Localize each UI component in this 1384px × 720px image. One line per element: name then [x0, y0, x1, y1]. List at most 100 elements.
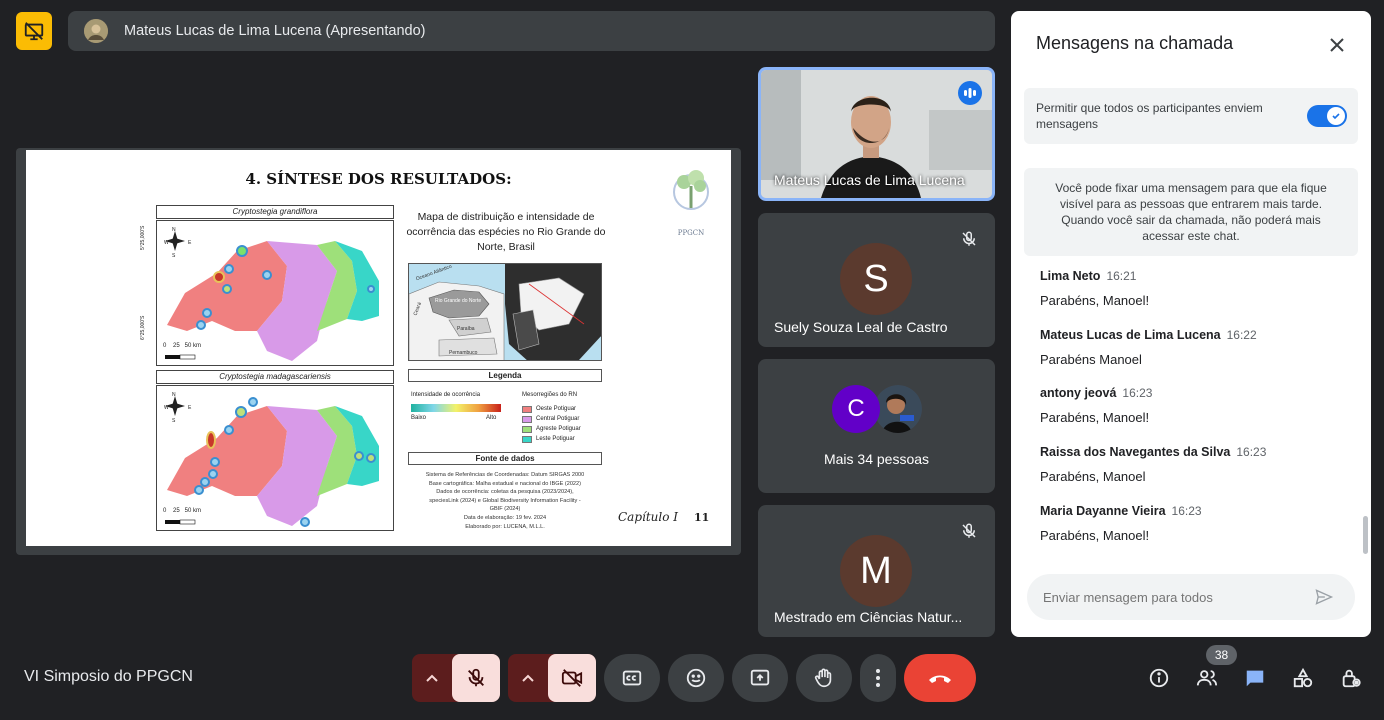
sources-title: Fonte de dados: [408, 452, 602, 465]
present-button[interactable]: [732, 654, 788, 702]
participant-avatar: C: [832, 385, 880, 433]
people-icon: [1196, 670, 1218, 686]
activities-button[interactable]: [1287, 654, 1319, 702]
svg-text:E: E: [188, 240, 192, 246]
participant-tile[interactable]: S Suely Souza Leal de Castro: [758, 213, 995, 347]
chat-message: Mateus Lucas de Lima Lucena 16:22 Parabén…: [1040, 326, 1257, 367]
message-time: 16:23: [1236, 445, 1267, 459]
chat-button[interactable]: [1239, 654, 1271, 702]
message-time: 16:22: [1226, 328, 1257, 342]
chat-scrollbar[interactable]: [1363, 516, 1368, 554]
presenter-name: Mateus Lucas de Lima Lucena (Apresentand…: [124, 23, 426, 39]
participant-group-tile[interactable]: C Mais 34 pessoas: [758, 359, 995, 493]
chat-message: Lima Neto 16:21 Parabéns, Manoel!: [1040, 267, 1149, 308]
toggle-label: Permitir que todos os participantes envi…: [1036, 101, 1263, 131]
message-time: 16:23: [1171, 504, 1202, 518]
reactions-button[interactable]: [668, 654, 724, 702]
raise-hand-button[interactable]: [796, 654, 852, 702]
mic-options-chevron-icon[interactable]: [422, 668, 442, 688]
message-text: Parabéns Manoel: [1040, 352, 1142, 367]
meso-item: Oeste Potiguar: [522, 404, 581, 414]
meso-title: Mesorregiões do RN: [522, 392, 578, 398]
message-sender: Lima Neto: [1040, 269, 1101, 283]
chat-panel: Mensagens na chamada Permitir que todos …: [1011, 11, 1371, 637]
people-count-badge: 38: [1206, 645, 1237, 665]
presentation-slide: 4. SÍNTESE DOS RESULTADOS: PPGCN Cryptos…: [26, 150, 731, 546]
close-icon[interactable]: [1325, 33, 1349, 57]
svg-text:N: N: [172, 392, 176, 398]
message-text: Parabéns, Manoel!: [1040, 293, 1150, 308]
camera-options-chevron-icon[interactable]: [518, 668, 538, 688]
chat-icon: [1246, 670, 1264, 687]
host-controls-button[interactable]: [1335, 654, 1367, 702]
presenter-avatar: [84, 19, 108, 43]
more-people-label: Mais 34 pessoas: [823, 451, 930, 467]
chat-permission-box: Permitir que todos os participantes envi…: [1024, 88, 1358, 144]
message-input-container: [1027, 574, 1355, 620]
participant-tile[interactable]: M Mestrado em Ciências Natur...: [758, 505, 995, 637]
logo-text: PPGCN: [677, 229, 705, 237]
presenting-indicator-icon[interactable]: [16, 12, 52, 50]
message-text: Parabéns, Manoel!: [1040, 528, 1150, 543]
source-line: Data de elaboração: 19 fev. 2024: [463, 514, 547, 521]
meso-label: Oeste Potiguar: [536, 406, 577, 412]
emoji-icon: [686, 668, 706, 688]
chat-message: antony jeová 16:23 Parabéns, Manoel!: [1040, 384, 1152, 425]
mic-off-icon: [957, 227, 981, 251]
participant-avatar: S: [840, 243, 912, 315]
intensity-high: Alto: [486, 415, 497, 421]
species2-label: Cryptostegia madagascariensis: [156, 370, 394, 384]
send-icon[interactable]: [1313, 586, 1335, 608]
source-line: Elaborado por: LUCENA, M.L.L.: [465, 523, 545, 530]
lat-label-1: 5°25,000'S: [140, 225, 146, 250]
pin-info: Você pode fixar uma mensagem para que el…: [1024, 168, 1358, 256]
intensity-gradient: [411, 404, 501, 412]
hand-icon: [814, 668, 832, 688]
svg-text:S: S: [172, 418, 176, 424]
source-line: speciesLink (2024) e Global Biodiversity…: [429, 497, 581, 504]
participant-tile-presenter[interactable]: Mateus Lucas de Lima Lucena: [758, 67, 995, 201]
meso-legend: Oeste Potiguar Central Potiguar Agreste …: [522, 404, 581, 444]
host-lock-icon: [1342, 669, 1361, 688]
source-line: GBIF (2024): [489, 506, 521, 513]
meso-item: Leste Potiguar: [522, 434, 581, 444]
meeting-name: VI Simposio do PPGCN: [24, 668, 193, 685]
present-screen-icon: [750, 669, 770, 686]
message-sender: Raissa dos Navegantes da Silva: [1040, 445, 1231, 459]
ppgcn-logo: PPGCN: [666, 164, 716, 237]
mic-toggle-button[interactable]: [452, 654, 500, 702]
svg-text:W: W: [164, 240, 169, 246]
scale-label-1: 0 25 50 km: [163, 343, 202, 349]
svg-text:W: W: [164, 405, 169, 411]
participant-name: Mestrado em Ciências Natur...: [774, 609, 963, 625]
source-line: Base cartográfica: Malha estadual e naci…: [428, 480, 582, 487]
message-time: 16:21: [1106, 269, 1137, 283]
more-options-button[interactable]: [860, 654, 896, 702]
chat-message: Raissa dos Navegantes da Silva 16:23 Para…: [1040, 443, 1266, 484]
captions-button[interactable]: [604, 654, 660, 702]
info-icon: [1149, 668, 1169, 688]
presenter-bar: Mateus Lucas de Lima Lucena (Apresentand…: [68, 11, 995, 51]
camera-off-icon: [561, 669, 583, 687]
panel-title: Mensagens na chamada: [1036, 33, 1234, 53]
slide-title: 4. SÍNTESE DOS RESULTADOS:: [245, 170, 512, 188]
more-vertical-icon: [876, 669, 880, 687]
inset-pe-label: Pernambuco: [449, 350, 478, 356]
message-sender: Maria Dayanne Vieira: [1040, 504, 1166, 518]
camera-toggle-button[interactable]: [548, 654, 596, 702]
map-grandiflora: N W E S 0 25 50 km: [156, 220, 394, 366]
svg-text:E: E: [188, 405, 192, 411]
message-text: Parabéns, Manoel: [1040, 469, 1146, 484]
species1-label: Cryptostegia grandiflora: [156, 205, 394, 219]
chat-message: Maria Dayanne Vieira 16:23 Parabéns, Mano…: [1040, 502, 1202, 543]
message-input[interactable]: [1043, 574, 1303, 620]
source-line: Dados de ocorrência: coletas da pesquisa…: [436, 489, 574, 496]
leave-call-button[interactable]: [904, 654, 976, 702]
allow-messages-toggle[interactable]: [1307, 105, 1347, 127]
mic-off-icon: [468, 668, 484, 687]
chapter-label: Capítulo I: [618, 510, 679, 524]
meeting-details-button[interactable]: [1143, 654, 1175, 702]
check-icon: [1327, 107, 1345, 125]
map-madagascariensis: N W E S 0 25 50 km: [156, 385, 394, 531]
meso-label: Leste Potiguar: [536, 436, 575, 442]
